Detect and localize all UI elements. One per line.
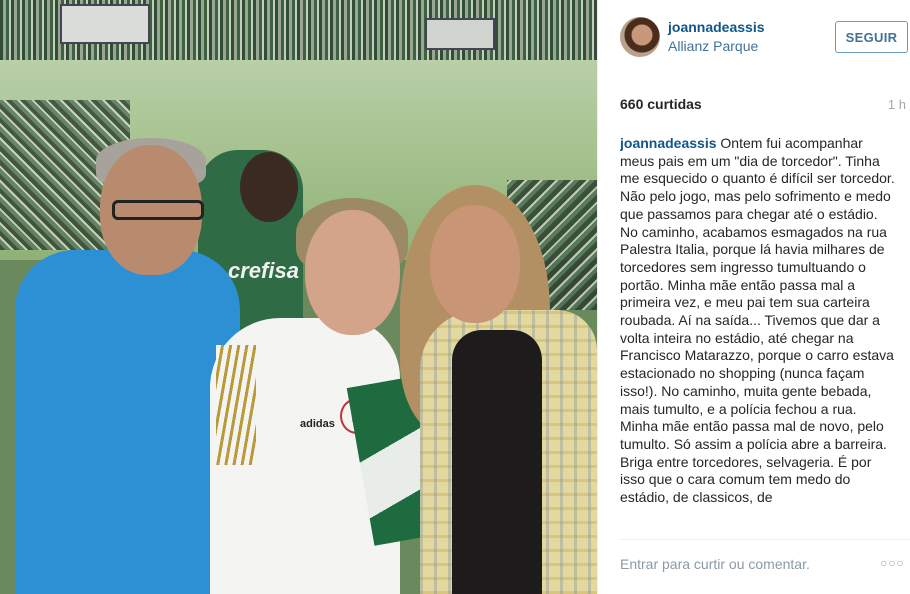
man-shirt bbox=[15, 250, 240, 594]
avatar[interactable] bbox=[620, 17, 660, 57]
post-stats: 660 curtidas 1 h bbox=[620, 96, 910, 116]
background-fan-head bbox=[240, 152, 298, 222]
shirt-sponsor-text: crefisa bbox=[228, 258, 299, 283]
young-woman-face bbox=[430, 205, 520, 323]
woman-face bbox=[305, 210, 400, 335]
caption-username-link[interactable]: joannadeassis bbox=[620, 135, 717, 151]
post-caption[interactable]: joannadeassis Ontem fui acompanhar meus … bbox=[620, 135, 898, 530]
brand-logo-text: adidas bbox=[300, 418, 335, 430]
stadium-box bbox=[60, 4, 150, 44]
jersey-stripes bbox=[216, 345, 256, 465]
glasses bbox=[112, 200, 204, 220]
post-time[interactable]: 1 h bbox=[888, 97, 906, 112]
black-top bbox=[452, 330, 542, 594]
username-link[interactable]: joannadeassis bbox=[668, 19, 765, 35]
location-link[interactable]: Allianz Parque bbox=[668, 38, 758, 54]
divider bbox=[620, 539, 910, 540]
caption-text: Ontem fui acompanhar meus pais em um "di… bbox=[620, 135, 895, 506]
stadium-box bbox=[425, 18, 495, 50]
ellipsis-icon[interactable]: ○○○ bbox=[880, 556, 908, 572]
post-header: joannadeassis Allianz Parque SEGUIR bbox=[598, 0, 910, 78]
post-sidebar: joannadeassis Allianz Parque SEGUIR 660 … bbox=[597, 0, 910, 594]
post-photo[interactable]: crefisa P adidas bbox=[0, 0, 597, 594]
instagram-post: crefisa P adidas joannadeassis Allianz P… bbox=[0, 0, 910, 594]
login-to-comment-link[interactable]: Entrar para curtir ou comentar. bbox=[620, 556, 810, 572]
follow-button[interactable]: SEGUIR bbox=[835, 21, 908, 53]
like-count[interactable]: 660 curtidas bbox=[620, 96, 702, 112]
